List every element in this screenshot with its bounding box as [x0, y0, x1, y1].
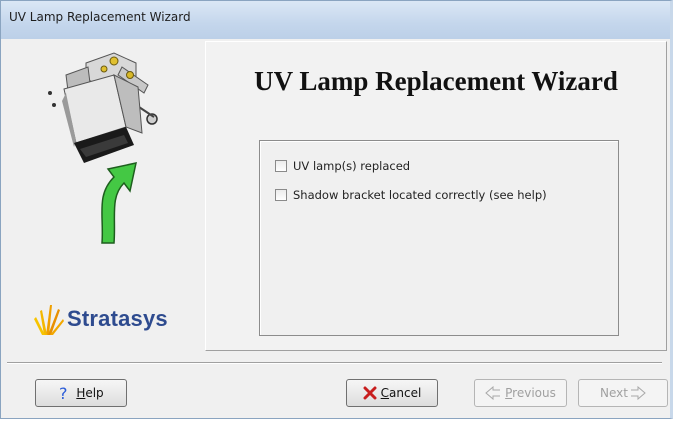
brand-burst-icon	[34, 305, 64, 335]
help-button[interactable]: ? Help	[35, 379, 127, 407]
illustration-panel: Stratasys	[6, 41, 201, 351]
shadow-bracket-label: Shadow bracket located correctly (see he…	[293, 188, 547, 202]
page-title: UV Lamp Replacement Wizard	[254, 66, 618, 96]
brand-name: Stratasys	[67, 306, 168, 331]
wizard-window: UV Lamp Replacement Wizard Stratasys UV …	[0, 0, 673, 419]
lamp-replaced-label: UV lamp(s) replaced	[293, 159, 411, 173]
previous-button[interactable]: Previous	[474, 379, 567, 407]
checklist-item-shadow-bracket[interactable]: Shadow bracket located correctly (see he…	[275, 188, 547, 202]
red-x-icon	[363, 386, 377, 400]
title-bar[interactable]: UV Lamp Replacement Wizard	[1, 1, 670, 39]
window-title: UV Lamp Replacement Wizard	[9, 10, 191, 24]
shadow-bracket-checkbox[interactable]	[275, 189, 287, 201]
checklist-item-lamp-replaced[interactable]: UV lamp(s) replaced	[275, 159, 410, 173]
wizard-content-panel: UV Lamp Replacement Wizard UV lamp(s) re…	[205, 41, 667, 351]
cancel-button[interactable]: Cancel	[346, 379, 438, 407]
lamp-replaced-checkbox[interactable]	[275, 160, 287, 172]
back-arrow-icon	[485, 386, 501, 400]
stratasys-logo: Stratasys	[32, 301, 168, 337]
svg-text:?: ?	[59, 385, 68, 401]
uv-lamp-illustration	[48, 52, 158, 244]
next-button[interactable]: Next	[578, 379, 668, 407]
checklist-group: UV lamp(s) replaced Shadow bracket locat…	[259, 140, 619, 336]
button-separator	[7, 362, 662, 364]
help-label: Help	[76, 386, 104, 400]
cancel-label: Cancel	[380, 386, 422, 400]
question-icon: ?	[58, 385, 72, 401]
next-label: Next	[600, 386, 628, 400]
forward-arrow-icon	[630, 386, 646, 400]
previous-label: Previous	[505, 386, 556, 400]
